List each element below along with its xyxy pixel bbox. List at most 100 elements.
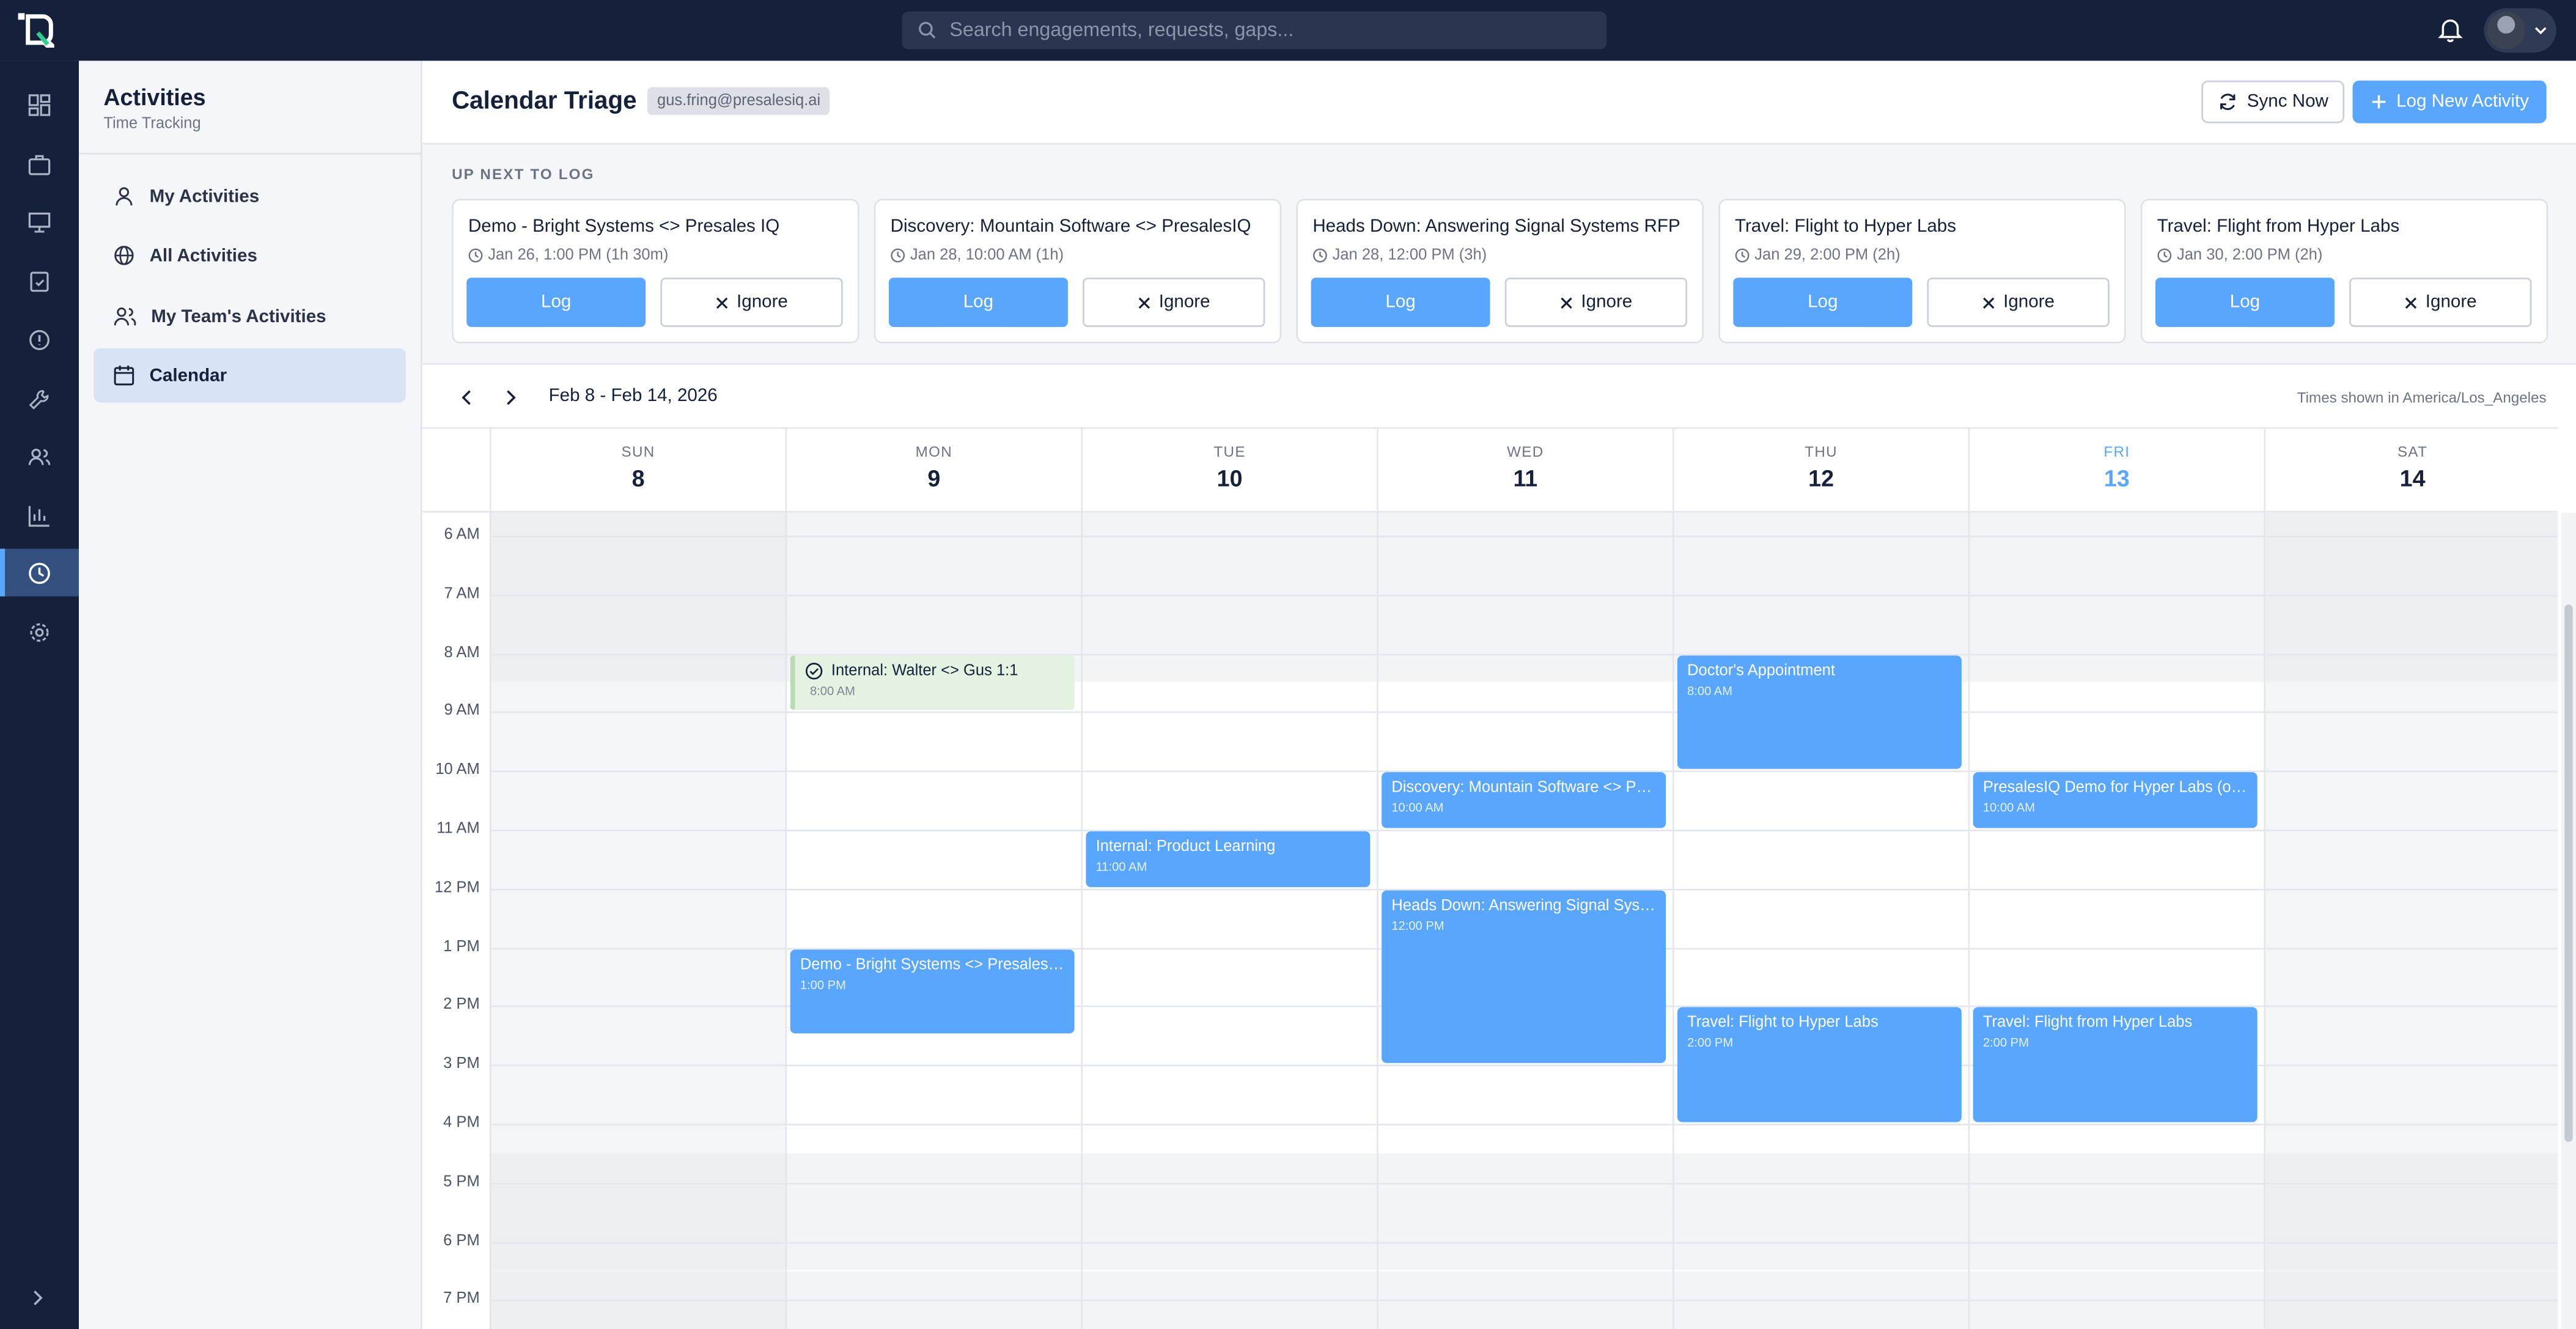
- card-title: Heads Down: Answering Signal Systems RFP: [1312, 216, 1680, 237]
- activities-sidebar: Activities Time Tracking My Activities A…: [79, 61, 422, 1329]
- close-icon: [1139, 296, 1151, 308]
- ignore-button[interactable]: Ignore: [1504, 278, 1688, 327]
- scroll-thumb[interactable]: [2564, 605, 2573, 1142]
- log-label: Log: [2229, 292, 2261, 312]
- ignore-label: Ignore: [2425, 292, 2477, 312]
- search-input[interactable]: Search engagements, requests, gaps...: [902, 11, 1607, 50]
- log-button[interactable]: Log: [1311, 278, 1490, 327]
- log-button[interactable]: Log: [466, 278, 646, 327]
- sync-now-label: Sync Now: [2247, 92, 2328, 112]
- log-label: Log: [1808, 292, 1838, 312]
- event-title: Discovery: Mountain Software <> Presales…: [1391, 779, 1656, 797]
- clock-icon[interactable]: [0, 548, 79, 597]
- calendar-event[interactable]: Demo - Bright Systems <> Presales IQ 1:00…: [790, 949, 1075, 1034]
- previous-week-button[interactable]: [458, 386, 475, 416]
- up-next-card: Travel: Flight to Hyper Labs Jan 29, 2:00…: [1718, 199, 2126, 344]
- page-title: Calendar Triage: [452, 87, 637, 116]
- day-column-line: [1377, 512, 1378, 1329]
- ignore-button[interactable]: Ignore: [2349, 278, 2532, 327]
- hour-label: 6 AM: [444, 526, 480, 544]
- logged-event[interactable]: Internal: Walter <> Gus 1:1 8:00 AM: [790, 655, 1075, 711]
- log-label: Log: [541, 292, 572, 312]
- user-menu[interactable]: [2484, 8, 2556, 53]
- calendar-event[interactable]: Heads Down: Answering Signal Systems RFP…: [1382, 890, 1666, 1064]
- log-label: Log: [963, 292, 994, 312]
- clipboard-check-icon[interactable]: [0, 256, 79, 304]
- close-icon: [717, 296, 729, 308]
- day-column-line: [1081, 512, 1083, 1329]
- users-icon[interactable]: [0, 432, 79, 480]
- day-column-line: [489, 512, 491, 1329]
- day-header: THU 12: [1672, 429, 1968, 515]
- card-title: Demo - Bright Systems <> Presales IQ: [468, 216, 780, 237]
- date-range: Feb 8 - Feb 14, 2026: [548, 386, 718, 406]
- ignore-label: Ignore: [2003, 292, 2055, 312]
- bell-icon[interactable]: [2438, 17, 2463, 51]
- calendar-event[interactable]: Doctor's Appointment 8:00 AM: [1677, 655, 1962, 770]
- wrench-icon[interactable]: [0, 375, 79, 422]
- hour-line: [489, 594, 2558, 597]
- day-name: MON: [915, 443, 953, 460]
- sidebar-item-my-activities[interactable]: My Activities: [94, 169, 406, 224]
- log-new-activity-button[interactable]: Log New Activity: [2352, 80, 2547, 123]
- event-time: 12:00 PM: [1391, 918, 1444, 933]
- timezone-note: Times shown in America/Los_Angeles: [2297, 389, 2547, 406]
- calendar-event[interactable]: Internal: Product Learning 11:00 AM: [1086, 831, 1371, 887]
- hour-label: 5 PM: [443, 1173, 480, 1191]
- app-logo[interactable]: [18, 13, 58, 48]
- day-name: FRI: [2103, 443, 2130, 460]
- card-meta-text: Jan 26, 1:00 PM (1h 30m): [488, 246, 669, 265]
- hour-line: [489, 1182, 2558, 1185]
- hour-label: 3 PM: [443, 1055, 480, 1073]
- log-button[interactable]: Log: [888, 278, 1068, 327]
- hour-label: 10 AM: [435, 760, 480, 779]
- calendar-event[interactable]: Discovery: Mountain Software <> Presales…: [1382, 772, 1666, 828]
- globe-icon: [114, 246, 134, 265]
- card-meta: Jan 28, 12:00 PM (3h): [1312, 246, 1487, 265]
- hour-line: [489, 1241, 2558, 1243]
- sidebar-item-calendar[interactable]: Calendar: [94, 348, 406, 403]
- hour-line: [489, 1124, 2558, 1125]
- sync-now-button[interactable]: Sync Now: [2201, 80, 2345, 123]
- event-title-text: Doctor's Appointment: [1687, 661, 1835, 680]
- chevron-left-icon: [462, 390, 471, 405]
- ignore-button[interactable]: Ignore: [1927, 278, 2110, 327]
- chevron-right-icon[interactable]: [28, 1286, 48, 1316]
- calendar-event[interactable]: Travel: Flight to Hyper Labs 2:00 PM: [1677, 1007, 1962, 1122]
- search-placeholder: Search engagements, requests, gaps...: [949, 18, 1294, 42]
- calendar-scrollbar[interactable]: [2561, 512, 2576, 1329]
- day-name: THU: [1805, 443, 1838, 460]
- ignore-button[interactable]: Ignore: [1083, 278, 1265, 327]
- log-button[interactable]: Log: [2155, 278, 2335, 327]
- calendar-event[interactable]: PresalesIQ Demo for Hyper Labs (onsite) 1…: [1973, 772, 2258, 828]
- log-button[interactable]: Log: [1733, 278, 1913, 327]
- next-week-button[interactable]: [502, 386, 519, 416]
- event-title-text: Internal: Product Learning: [1095, 838, 1276, 856]
- sidebar-item-all-activities[interactable]: All Activities: [94, 229, 406, 283]
- ignore-button[interactable]: Ignore: [660, 278, 843, 327]
- event-title-text: Internal: Walter <> Gus 1:1: [831, 661, 1018, 680]
- hour-line: [489, 830, 2558, 831]
- event-time: 8:00 AM: [809, 682, 855, 698]
- alert-circle-icon[interactable]: [0, 315, 79, 363]
- clock-icon: [891, 248, 905, 263]
- briefcase-icon[interactable]: [0, 139, 79, 187]
- sidebar-item-label: My Activities: [149, 186, 260, 207]
- app-window: Search engagements, requests, gaps... Ac…: [0, 0, 2576, 1329]
- time-slot[interactable]: [489, 512, 2558, 565]
- gear-icon[interactable]: [0, 608, 79, 655]
- clock-icon: [1312, 248, 1327, 263]
- event-time: 8:00 AM: [1687, 682, 1733, 698]
- day-name: WED: [1507, 443, 1544, 460]
- up-next-card: Heads Down: Answering Signal Systems RFP…: [1296, 199, 1704, 344]
- day-name: SUN: [621, 443, 655, 460]
- dashboard-icon[interactable]: [0, 81, 79, 128]
- event-title-text: Discovery: Mountain Software <> Presales…: [1391, 779, 1656, 797]
- hour-label: 4 PM: [443, 1114, 480, 1132]
- calendar-event[interactable]: Travel: Flight from Hyper Labs 2:00 PM: [1973, 1007, 2258, 1122]
- presentation-icon[interactable]: [0, 197, 79, 245]
- day-column-line: [1968, 512, 1970, 1329]
- bar-chart-icon[interactable]: [0, 491, 79, 539]
- sidebar-item-team-activities[interactable]: My Team's Activities: [94, 289, 406, 344]
- day-column-line: [785, 512, 787, 1329]
